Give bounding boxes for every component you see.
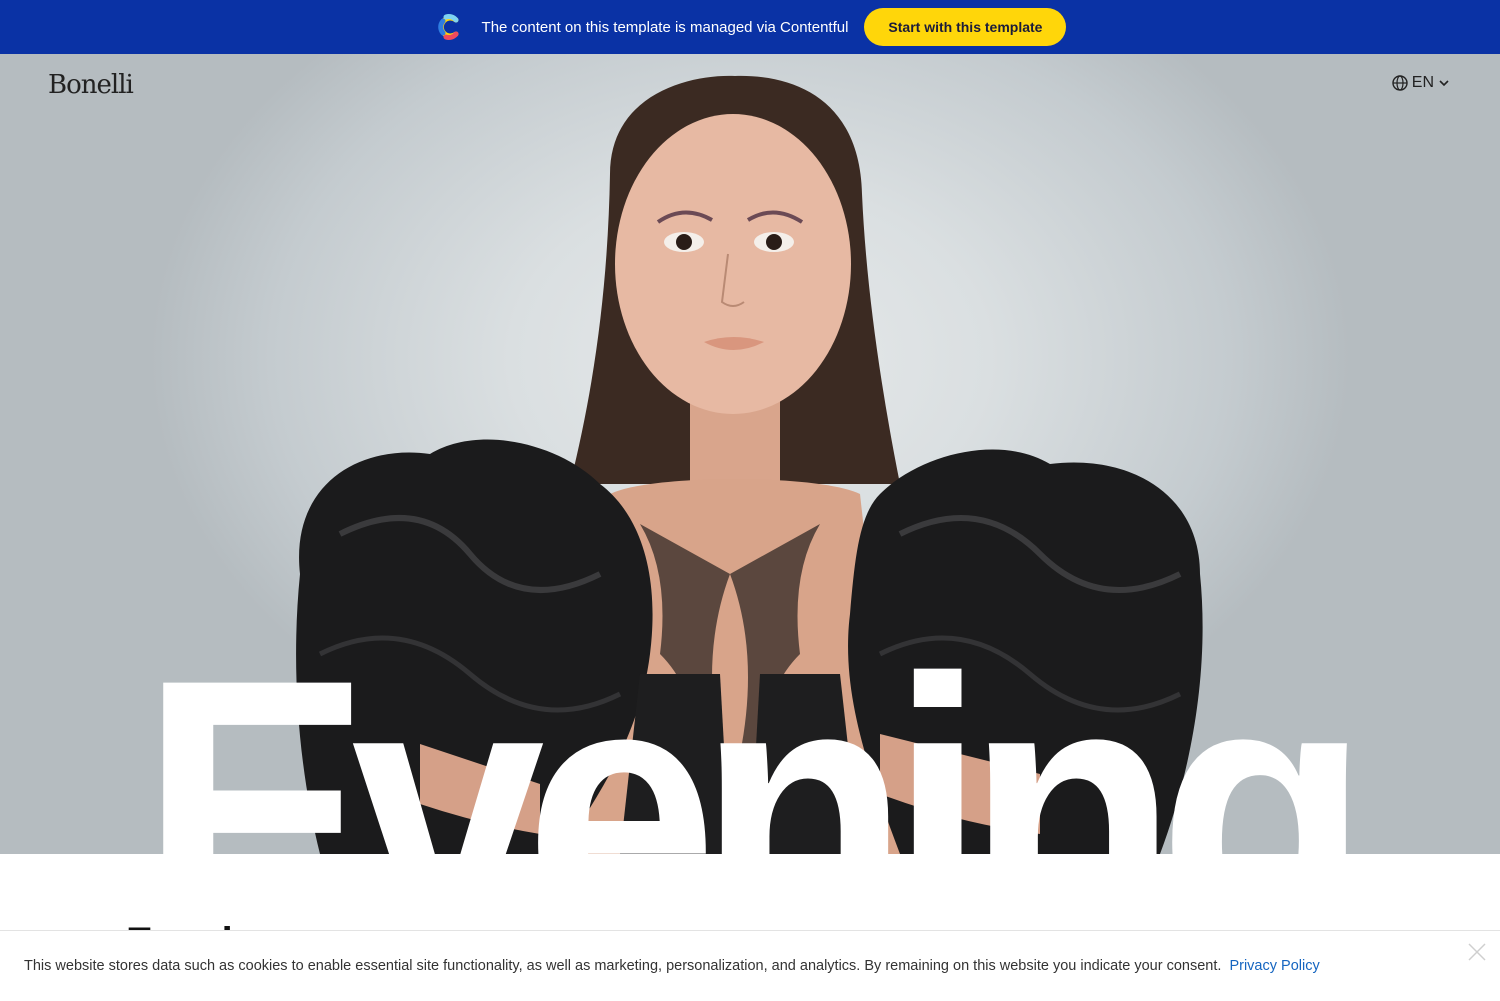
cookie-message: This website stores data such as cookies… (24, 958, 1320, 974)
contentful-logo-icon (437, 14, 459, 40)
brand-logo[interactable]: Bonelli (48, 70, 134, 100)
privacy-policy-link[interactable]: Privacy Policy (1229, 958, 1319, 974)
hero-section: Bonelli EN Evening (0, 54, 1500, 854)
start-template-button[interactable]: Start with this template (864, 8, 1067, 46)
language-selector[interactable]: EN (1392, 74, 1450, 92)
language-label: EN (1411, 74, 1434, 91)
cookie-message-text: This website stores data such as cookies… (24, 958, 1222, 974)
contentful-banner: The content on this template is managed … (0, 0, 1500, 54)
globe-icon (1392, 75, 1408, 91)
hero-headline: Evening (140, 600, 1370, 854)
cookie-banner: This website stores data such as cookies… (0, 930, 1500, 1001)
close-icon[interactable] (1466, 941, 1488, 963)
chevron-down-icon (1439, 80, 1449, 87)
hero-headline-text: Evening (140, 600, 1350, 854)
banner-message: The content on this template is managed … (481, 18, 849, 36)
